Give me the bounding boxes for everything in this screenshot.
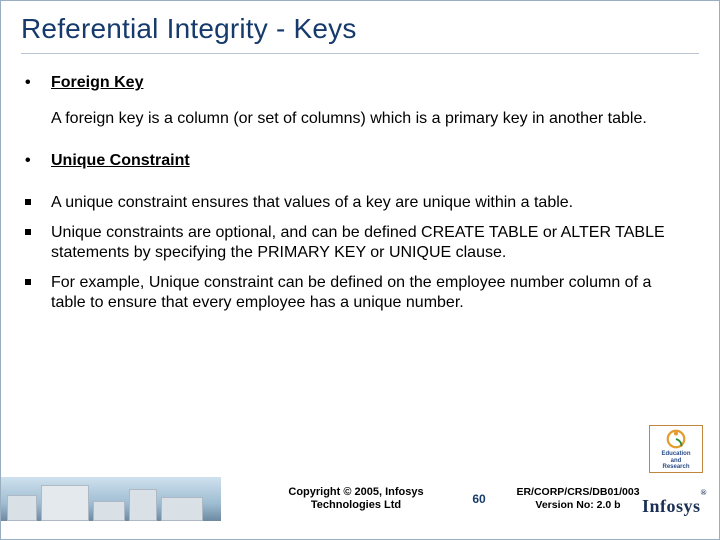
bullet-foreign-key-heading: • Foreign Key bbox=[25, 73, 689, 93]
copyright-block: Copyright © 2005, Infosys Technologies L… bbox=[261, 486, 451, 512]
infosys-logo-text: Infosys bbox=[642, 496, 701, 516]
edu-logo-line3: Research bbox=[652, 464, 700, 471]
docref-line1: ER/CORP/CRS/DB01/003 bbox=[503, 486, 653, 499]
uc-bullet-3-text: For example, Unique constraint can be de… bbox=[51, 273, 689, 313]
slide-title: Referential Integrity - Keys bbox=[21, 13, 699, 45]
slide-number: 60 bbox=[459, 492, 499, 506]
uc-heading-text: Unique Constraint bbox=[51, 151, 689, 171]
footer: Copyright © 2005, Infosys Technologies L… bbox=[1, 477, 719, 521]
campus-photo-strip bbox=[1, 477, 221, 521]
infosys-logo: Infosys® bbox=[642, 496, 707, 517]
education-research-logo: Education and Research bbox=[649, 425, 703, 473]
edu-logo-line1: Education bbox=[652, 451, 700, 458]
fk-heading-text: Foreign Key bbox=[51, 73, 689, 93]
bullet-unique-heading: • Unique Constraint bbox=[25, 151, 689, 171]
building-icon bbox=[93, 501, 125, 521]
uc-bullet-1: A unique constraint ensures that values … bbox=[25, 193, 689, 213]
building-icon bbox=[129, 489, 157, 521]
bullet-square-icon bbox=[25, 273, 51, 313]
docref-line2: Version No: 2.0 b bbox=[503, 499, 653, 512]
building-icon bbox=[41, 485, 89, 521]
bullet-dot-icon: • bbox=[25, 73, 51, 93]
title-underline bbox=[21, 53, 699, 54]
footer-separator bbox=[1, 474, 719, 475]
uc-bullet-2-text: Unique constraints are optional, and can… bbox=[51, 223, 689, 263]
document-reference: ER/CORP/CRS/DB01/003 Version No: 2.0 b bbox=[503, 486, 653, 511]
copyright-line2: Technologies Ltd bbox=[261, 499, 451, 512]
building-icon bbox=[7, 495, 37, 521]
uc-bullet-3: For example, Unique constraint can be de… bbox=[25, 273, 689, 313]
building-icon bbox=[161, 497, 203, 521]
swirl-icon bbox=[665, 428, 687, 450]
bullet-dot-icon: • bbox=[25, 151, 51, 171]
slide-body: • Foreign Key A foreign key is a column … bbox=[25, 73, 689, 323]
registered-icon: ® bbox=[701, 488, 707, 497]
slide: Referential Integrity - Keys • Foreign K… bbox=[0, 0, 720, 540]
bullet-square-icon bbox=[25, 223, 51, 263]
uc-bullet-2: Unique constraints are optional, and can… bbox=[25, 223, 689, 263]
fk-body-text: A foreign key is a column (or set of col… bbox=[51, 109, 689, 129]
bullet-square-icon bbox=[25, 193, 51, 213]
edu-logo-line2: and bbox=[652, 458, 700, 465]
uc-bullet-1-text: A unique constraint ensures that values … bbox=[51, 193, 689, 213]
copyright-line1: Copyright © 2005, Infosys bbox=[261, 486, 451, 499]
